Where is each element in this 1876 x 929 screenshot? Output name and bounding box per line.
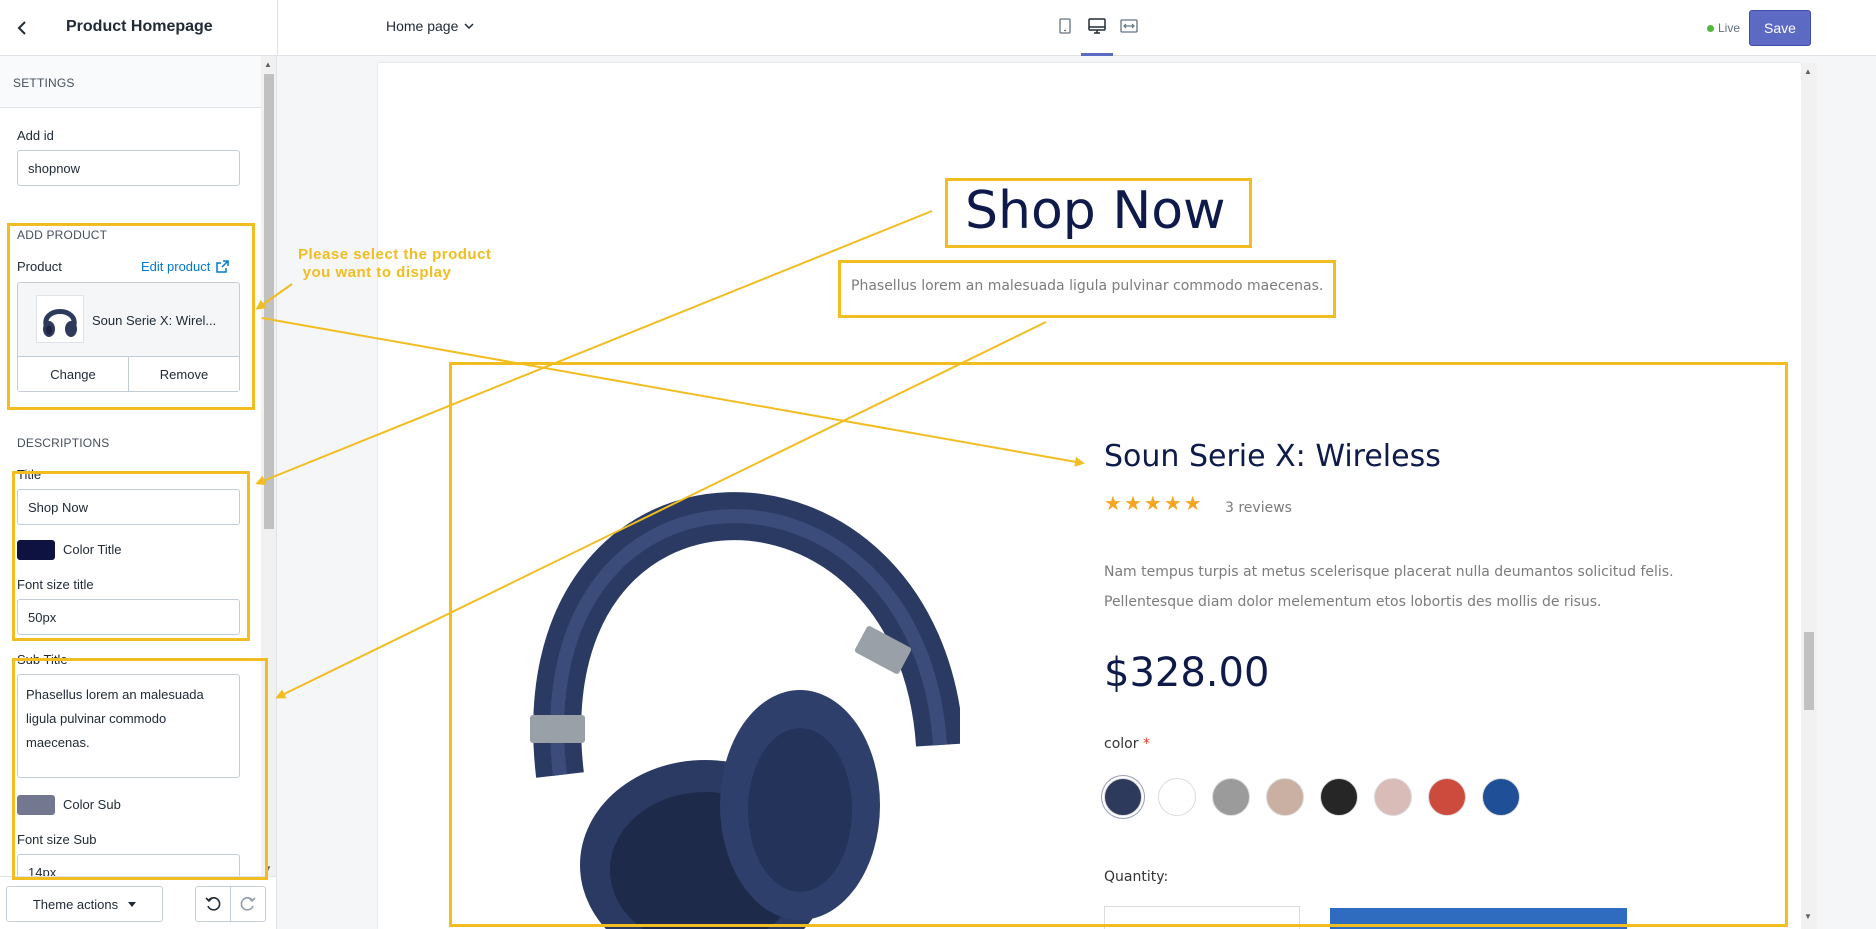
color-swatches [1104,778,1520,816]
color-sub-label: Color Sub [63,797,121,812]
product-card: Soun Serie X: Wirel... Change Remove [17,282,240,392]
product-description: Nam tempus turpis at metus scelerisque p… [1104,564,1674,610]
remove-product-button[interactable]: Remove [128,357,239,391]
color-swatch-option[interactable] [1212,778,1250,816]
descriptions-heading: DESCRIPTIONS [17,436,110,450]
edit-product-label: Edit product [141,259,211,274]
color-title-swatch[interactable] [17,540,55,560]
preview-scrollbar[interactable] [1801,63,1817,929]
external-link-icon [216,260,230,273]
mobile-view-button[interactable] [1052,10,1078,44]
undo-button[interactable] [195,886,231,922]
theme-actions-label: Theme actions [32,896,119,912]
color-swatch-option[interactable] [1320,778,1358,816]
preview-scroll-up-icon[interactable]: ▲ [1804,67,1812,76]
color-title-label: Color Title [63,542,122,557]
product-thumbnail [36,295,84,343]
preview-scroll-down-icon[interactable]: ▼ [1804,912,1812,921]
theme-actions-button[interactable]: Theme actions [6,886,163,922]
product-title: Soun Serie X: Wireless [1104,439,1441,474]
color-sub-swatch[interactable] [17,795,55,815]
add-to-cart-button[interactable] [1330,908,1627,929]
color-option-label: color * [1104,736,1150,752]
view-toggles [1052,10,1142,56]
product-label: Product [17,259,62,274]
chevron-down-icon [464,23,474,29]
live-dot-icon [1707,24,1714,32]
product-name: Soun Serie X: Wirel... [92,313,217,328]
headphones-image [530,492,960,929]
add-id-input[interactable] [17,150,240,186]
quantity-label: Quantity: [1104,869,1169,885]
preview-title: Shop Now [965,181,1226,241]
color-swatch-option[interactable] [1266,778,1304,816]
mobile-icon [1059,18,1071,34]
star-icon: ★ [1183,493,1202,515]
back-button[interactable] [10,16,34,40]
font-size-title-label: Font size title [17,577,94,592]
fullscreen-icon [1120,19,1138,33]
sidebar-footer: Theme actions [0,876,276,929]
settings-sidebar: SETTINGS Add id ADD PRODUCT Product Edit… [0,56,277,929]
add-product-heading: ADD PRODUCT [17,228,108,242]
live-status: Live [1707,21,1740,35]
annotation-note: Please select the product you want to di… [298,246,492,281]
chevron-left-icon [17,21,26,35]
headphones-icon [43,309,77,337]
redo-button[interactable] [230,886,266,922]
color-swatch-option[interactable] [1428,778,1466,816]
sub-title-textarea[interactable]: Phasellus lorem an malesuada ligula pulv… [17,674,240,778]
sub-title-label: Sub Title [17,652,68,667]
preview-subtitle: Phasellus lorem an malesuada ligula pulv… [851,278,1324,294]
color-option-text: color [1104,736,1139,752]
star-icon: ★ [1143,493,1162,515]
scroll-down-icon[interactable]: ▼ [264,864,272,873]
font-size-title-input[interactable] [17,599,240,635]
page-title: Product Homepage [66,18,213,35]
caret-down-icon [128,901,137,907]
font-size-sub-label: Font size Sub [17,832,97,847]
page-selector-label: Home page [386,18,459,34]
required-marker: * [1142,736,1150,752]
color-swatch-option[interactable] [1158,778,1196,816]
page-selector[interactable]: Home page [386,18,474,34]
preview-scrollbar-thumb[interactable] [1804,632,1814,710]
color-swatch-option[interactable] [1482,778,1520,816]
sidebar-scrollbar-thumb[interactable] [264,74,274,529]
desktop-view-button[interactable] [1081,10,1113,56]
reviews-link[interactable]: 3 reviews [1225,500,1292,516]
color-swatch-option[interactable] [1104,778,1142,816]
rating-stars: ★ ★ ★ ★ ★ [1104,494,1202,514]
star-icon: ★ [1104,493,1122,515]
redo-icon [240,897,256,911]
title-input[interactable] [17,489,240,525]
star-icon: ★ [1123,493,1142,515]
product-price: $328.00 [1104,650,1270,696]
edit-product-link[interactable]: Edit product [141,259,230,274]
desktop-icon [1088,18,1106,34]
full-width-view-button[interactable] [1116,10,1142,44]
divider [277,0,278,56]
title-label: Title [17,467,42,482]
product-actions: Change Remove [18,356,239,391]
scroll-up-icon[interactable]: ▲ [264,60,272,69]
settings-heading: SETTINGS [13,76,75,90]
live-label: Live [1718,21,1741,35]
color-swatch-option[interactable] [1374,778,1412,816]
top-bar: Product Homepage Home page Live Save [0,0,1876,56]
undo-icon [205,897,221,911]
star-icon: ★ [1163,493,1182,515]
save-button[interactable]: Save [1749,10,1811,46]
quantity-input[interactable] [1104,906,1300,929]
change-product-button[interactable]: Change [18,357,128,391]
add-id-label: Add id [17,128,54,143]
